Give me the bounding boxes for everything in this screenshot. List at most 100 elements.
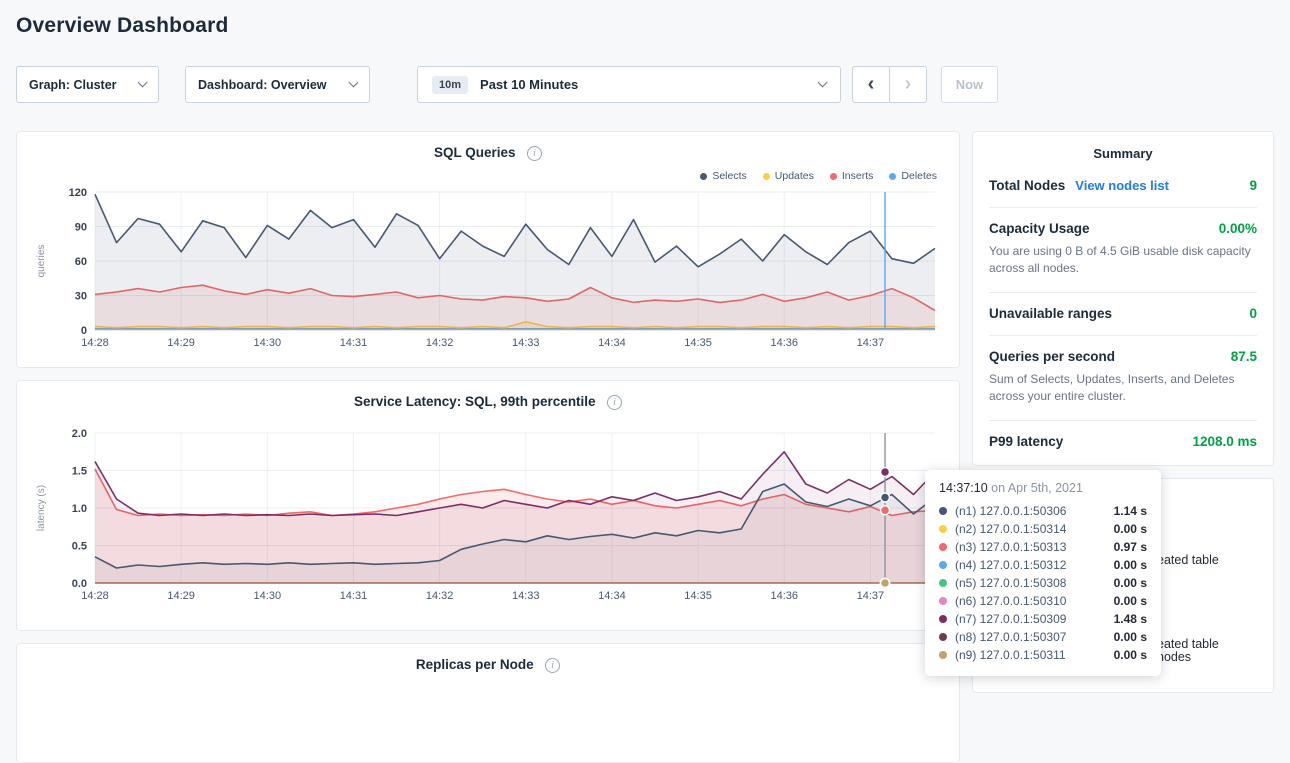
chevron-down-icon xyxy=(818,78,828,88)
chart-hover-tooltip: 14:37:10 on Apr 5th, 2021 (n1) 127.0.0.1… xyxy=(925,470,1161,676)
tooltip-date: on Apr 5th, 2021 xyxy=(991,481,1083,495)
tooltip-node-label: (n2) 127.0.0.1:50314 xyxy=(955,522,1066,536)
legend-dot-icon xyxy=(830,173,837,180)
dashboard-dropdown[interactable]: Dashboard: Overview xyxy=(185,66,370,103)
tooltip-node-label: (n5) 127.0.0.1:50308 xyxy=(955,576,1066,590)
svg-text:14:28: 14:28 xyxy=(81,337,109,349)
page-title: Overview Dashboard xyxy=(16,14,1274,38)
svg-text:14:31: 14:31 xyxy=(340,337,368,349)
svg-text:14:37: 14:37 xyxy=(857,337,885,349)
legend-label: Updates xyxy=(775,170,814,182)
svg-text:1.5: 1.5 xyxy=(72,466,87,478)
chart-title: SQL Queries xyxy=(434,145,516,160)
sql-queries-chart[interactable]: 14:2814:2914:3014:3114:3214:3314:3414:35… xyxy=(33,186,943,359)
summary-subtext: Sum of Selects, Updates, Inserts, and De… xyxy=(989,371,1257,406)
tooltip-node-value: 1.14 s xyxy=(1114,504,1147,518)
summary-row-top: Queries per second 87.5 xyxy=(989,349,1257,364)
legend-item[interactable]: Updates xyxy=(763,169,814,183)
graph-dropdown[interactable]: Graph: Cluster xyxy=(16,66,159,103)
summary-title: Summary xyxy=(989,146,1257,161)
summary-card: Summary Total Nodes View nodes list 9 Capac… xyxy=(972,131,1274,466)
time-forward-button[interactable]: › xyxy=(889,66,927,103)
svg-text:120: 120 xyxy=(69,187,87,199)
toolbar: Graph: Cluster Dashboard: Overview 10m P… xyxy=(16,66,1274,103)
graph-dropdown-label: Graph: Cluster xyxy=(29,78,117,92)
svg-text:14:30: 14:30 xyxy=(254,337,282,349)
svg-text:14:35: 14:35 xyxy=(684,590,712,602)
tooltip-row: (n5) 127.0.0.1:50308 0.00 s xyxy=(939,574,1147,592)
dashboard-dropdown-label: Dashboard: Overview xyxy=(198,78,327,92)
summary-row-top: Unavailable ranges0 xyxy=(989,306,1257,321)
summary-value: 0.00% xyxy=(1219,221,1257,236)
summary-row-top: P99 latency1208.0 ms xyxy=(989,434,1257,449)
legend-dot-icon xyxy=(889,173,896,180)
chart-header: Service Latency: SQL, 99th percentile i xyxy=(33,393,943,415)
tooltip-timestamp: 14:37:10 on Apr 5th, 2021 xyxy=(939,481,1147,495)
summary-value: 87.5 xyxy=(1231,349,1257,364)
summary-row: Capacity Usage0.00%You are using 0 B of … xyxy=(989,208,1257,293)
charts-column: SQL Queries i Selects Updates Inserts Delet… xyxy=(16,131,960,763)
tooltip-node-label: (n6) 127.0.0.1:50310 xyxy=(955,594,1066,608)
svg-text:14:29: 14:29 xyxy=(167,590,195,602)
tooltip-node-value: 0.97 s xyxy=(1114,540,1147,554)
svg-text:0.5: 0.5 xyxy=(72,541,87,553)
view-nodes-list-link[interactable]: View nodes list xyxy=(1075,178,1169,193)
chart-title: Service Latency: SQL, 99th percentile xyxy=(354,394,596,409)
time-range-selector[interactable]: 10m Past 10 Minutes xyxy=(417,66,841,103)
chart-legend: Selects Updates Inserts Deletes xyxy=(33,169,937,183)
tooltip-time: 14:37:10 xyxy=(939,481,988,495)
sql-queries-card: SQL Queries i Selects Updates Inserts Delet… xyxy=(16,131,960,368)
tooltip-node-label: (n8) 127.0.0.1:50307 xyxy=(955,630,1066,644)
now-button[interactable]: Now xyxy=(941,66,998,103)
svg-text:queries: queries xyxy=(36,245,47,278)
legend-item[interactable]: Inserts xyxy=(830,169,874,183)
legend-label: Deletes xyxy=(901,170,937,182)
legend-item[interactable]: Selects xyxy=(700,169,746,183)
summary-value: 0 xyxy=(1249,306,1257,321)
node-color-dot-icon xyxy=(939,507,947,515)
service-latency-chart[interactable]: 14:2814:2914:3014:3114:3214:3314:3414:35… xyxy=(33,423,943,614)
node-color-dot-icon xyxy=(939,615,947,623)
tooltip-node-label: (n7) 127.0.0.1:50309 xyxy=(955,612,1066,626)
summary-label: Queries per second xyxy=(989,349,1115,364)
info-icon[interactable]: i xyxy=(527,146,542,161)
chart-title: Replicas per Node xyxy=(416,657,534,672)
node-color-dot-icon xyxy=(939,561,947,569)
chart-header: Replicas per Node i xyxy=(33,656,943,678)
svg-text:14:29: 14:29 xyxy=(167,337,195,349)
svg-text:latency (s): latency (s) xyxy=(36,485,47,531)
event-text-fragment: nodes xyxy=(1157,650,1191,664)
node-color-dot-icon xyxy=(939,525,947,533)
legend-item[interactable]: Deletes xyxy=(889,169,937,183)
svg-text:90: 90 xyxy=(75,222,87,234)
summary-row: P99 latency1208.0 ms xyxy=(989,421,1257,463)
summary-label: Total Nodes xyxy=(989,178,1065,193)
svg-text:14:33: 14:33 xyxy=(512,590,540,602)
tooltip-node-value: 1.48 s xyxy=(1114,612,1147,626)
tooltip-node-label: (n9) 127.0.0.1:50311 xyxy=(955,648,1066,662)
event-text-fragment: eated table xyxy=(1157,553,1219,567)
svg-text:14:32: 14:32 xyxy=(426,337,454,349)
svg-text:14:34: 14:34 xyxy=(598,590,626,602)
time-back-button[interactable]: ‹ xyxy=(852,66,890,103)
svg-text:14:28: 14:28 xyxy=(81,590,109,602)
legend-dot-icon xyxy=(700,173,707,180)
svg-text:14:36: 14:36 xyxy=(770,590,798,602)
time-range-label: Past 10 Minutes xyxy=(480,77,578,92)
svg-text:0: 0 xyxy=(81,325,87,337)
info-icon[interactable]: i xyxy=(545,658,560,673)
tooltip-node-value: 0.00 s xyxy=(1114,648,1147,662)
tooltip-node-value: 0.00 s xyxy=(1114,576,1147,590)
summary-row-top: Capacity Usage0.00% xyxy=(989,221,1257,236)
node-color-dot-icon xyxy=(939,633,947,641)
tooltip-node-label: (n4) 127.0.0.1:50312 xyxy=(955,558,1066,572)
legend-label: Inserts xyxy=(842,170,874,182)
tooltip-node-value: 0.00 s xyxy=(1114,558,1147,572)
chevron-left-icon: ‹ xyxy=(868,73,875,96)
summary-value: 9 xyxy=(1249,178,1257,193)
chevron-right-icon: › xyxy=(905,73,912,96)
info-icon[interactable]: i xyxy=(607,395,622,410)
chevron-down-icon xyxy=(349,78,359,88)
svg-text:0.0: 0.0 xyxy=(72,578,87,590)
summary-rows: Total Nodes View nodes list 9 Capacity Usag… xyxy=(989,165,1257,463)
